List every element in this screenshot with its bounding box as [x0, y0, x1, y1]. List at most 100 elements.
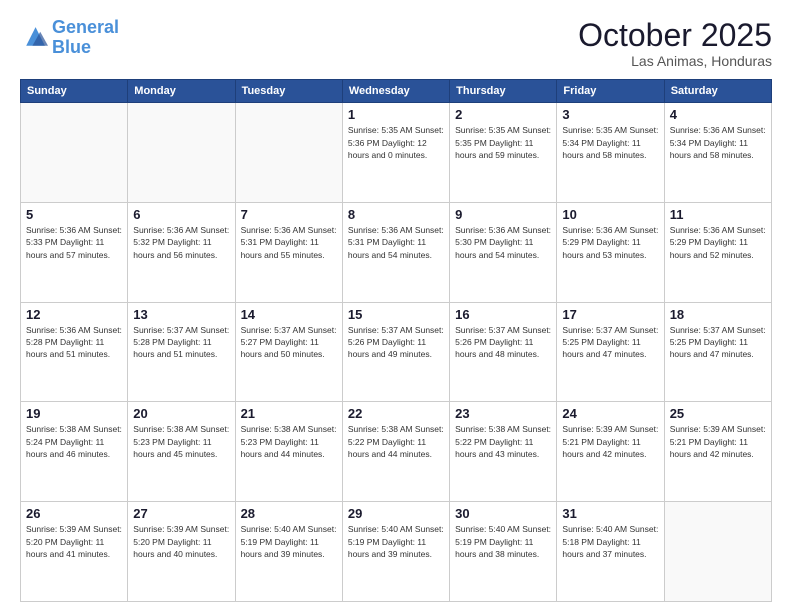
weekday-header-row: SundayMondayTuesdayWednesdayThursdayFrid…	[21, 80, 772, 103]
day-info: Sunrise: 5:38 AM Sunset: 5:23 PM Dayligh…	[241, 423, 337, 460]
weekday-cell: Friday	[557, 80, 664, 103]
calendar-week-row: 12 Sunrise: 5:36 AM Sunset: 5:28 PM Dayli…	[21, 302, 772, 402]
calendar-day-cell: 29 Sunrise: 5:40 AM Sunset: 5:19 PM Dayli…	[342, 502, 449, 602]
day-info: Sunrise: 5:36 AM Sunset: 5:31 PM Dayligh…	[241, 224, 337, 261]
day-number: 21	[241, 406, 337, 421]
day-number: 10	[562, 207, 658, 222]
day-number: 18	[670, 307, 766, 322]
title-block: October 2025 Las Animas, Honduras	[578, 18, 772, 69]
day-number: 7	[241, 207, 337, 222]
day-info: Sunrise: 5:36 AM Sunset: 5:29 PM Dayligh…	[562, 224, 658, 261]
day-number: 5	[26, 207, 122, 222]
calendar-day-cell: 12 Sunrise: 5:36 AM Sunset: 5:28 PM Dayli…	[21, 302, 128, 402]
day-info: Sunrise: 5:36 AM Sunset: 5:28 PM Dayligh…	[26, 324, 122, 361]
day-info: Sunrise: 5:37 AM Sunset: 5:25 PM Dayligh…	[562, 324, 658, 361]
calendar-day-cell: 19 Sunrise: 5:38 AM Sunset: 5:24 PM Dayli…	[21, 402, 128, 502]
day-number: 23	[455, 406, 551, 421]
day-number: 24	[562, 406, 658, 421]
calendar-day-cell: 10 Sunrise: 5:36 AM Sunset: 5:29 PM Dayli…	[557, 202, 664, 302]
location: Las Animas, Honduras	[578, 53, 772, 69]
calendar-body: 1 Sunrise: 5:35 AM Sunset: 5:36 PM Daylig…	[21, 103, 772, 602]
calendar-day-cell: 30Sunrise: 5:40 AM Sunset: 5:19 PM Dayli…	[450, 502, 557, 602]
day-info: Sunrise: 5:39 AM Sunset: 5:21 PM Dayligh…	[670, 423, 766, 460]
day-number: 22	[348, 406, 444, 421]
day-info: Sunrise: 5:40 AM Sunset: 5:18 PM Dayligh…	[562, 523, 658, 560]
calendar-day-cell: 3Sunrise: 5:35 AM Sunset: 5:34 PM Daylig…	[557, 103, 664, 203]
day-info: Sunrise: 5:36 AM Sunset: 5:30 PM Dayligh…	[455, 224, 551, 261]
calendar-day-cell: 27Sunrise: 5:39 AM Sunset: 5:20 PM Dayli…	[128, 502, 235, 602]
header: General Blue October 2025 Las Animas, Ho…	[20, 18, 772, 69]
day-number: 13	[133, 307, 229, 322]
weekday-cell: Monday	[128, 80, 235, 103]
day-number: 19	[26, 406, 122, 421]
calendar-week-row: 19 Sunrise: 5:38 AM Sunset: 5:24 PM Dayli…	[21, 402, 772, 502]
calendar-day-cell: 11 Sunrise: 5:36 AM Sunset: 5:29 PM Dayli…	[664, 202, 771, 302]
day-info: Sunrise: 5:38 AM Sunset: 5:23 PM Dayligh…	[133, 423, 229, 460]
day-info: Sunrise: 5:40 AM Sunset: 5:19 PM Dayligh…	[241, 523, 337, 560]
calendar-day-cell	[235, 103, 342, 203]
day-number: 25	[670, 406, 766, 421]
weekday-cell: Saturday	[664, 80, 771, 103]
calendar-day-cell: 22 Sunrise: 5:38 AM Sunset: 5:22 PM Dayli…	[342, 402, 449, 502]
logo: General Blue	[20, 18, 119, 58]
day-number: 26	[26, 506, 122, 521]
calendar-day-cell: 26 Sunrise: 5:39 AM Sunset: 5:20 PM Dayli…	[21, 502, 128, 602]
logo-text: General Blue	[52, 18, 119, 58]
calendar-day-cell: 28 Sunrise: 5:40 AM Sunset: 5:19 PM Dayli…	[235, 502, 342, 602]
calendar-week-row: 26 Sunrise: 5:39 AM Sunset: 5:20 PM Dayli…	[21, 502, 772, 602]
calendar-day-cell: 8Sunrise: 5:36 AM Sunset: 5:31 PM Daylig…	[342, 202, 449, 302]
calendar-day-cell: 20 Sunrise: 5:38 AM Sunset: 5:23 PM Dayli…	[128, 402, 235, 502]
day-info: Sunrise: 5:38 AM Sunset: 5:24 PM Dayligh…	[26, 423, 122, 460]
day-number: 20	[133, 406, 229, 421]
calendar-day-cell: 14Sunrise: 5:37 AM Sunset: 5:27 PM Dayli…	[235, 302, 342, 402]
calendar-day-cell: 1 Sunrise: 5:35 AM Sunset: 5:36 PM Daylig…	[342, 103, 449, 203]
calendar-day-cell: 2Sunrise: 5:35 AM Sunset: 5:35 PM Daylig…	[450, 103, 557, 203]
day-number: 1	[348, 107, 444, 122]
day-info: Sunrise: 5:35 AM Sunset: 5:34 PM Dayligh…	[562, 124, 658, 161]
calendar-day-cell: 24 Sunrise: 5:39 AM Sunset: 5:21 PM Dayli…	[557, 402, 664, 502]
calendar-day-cell: 15 Sunrise: 5:37 AM Sunset: 5:26 PM Dayli…	[342, 302, 449, 402]
day-info: Sunrise: 5:36 AM Sunset: 5:29 PM Dayligh…	[670, 224, 766, 261]
day-info: Sunrise: 5:39 AM Sunset: 5:20 PM Dayligh…	[26, 523, 122, 560]
calendar-week-row: 1 Sunrise: 5:35 AM Sunset: 5:36 PM Daylig…	[21, 103, 772, 203]
weekday-cell: Tuesday	[235, 80, 342, 103]
day-number: 29	[348, 506, 444, 521]
day-number: 2	[455, 107, 551, 122]
day-info: Sunrise: 5:40 AM Sunset: 5:19 PM Dayligh…	[348, 523, 444, 560]
month-title: October 2025	[578, 18, 772, 53]
weekday-cell: Thursday	[450, 80, 557, 103]
calendar-day-cell	[664, 502, 771, 602]
day-info: Sunrise: 5:37 AM Sunset: 5:25 PM Dayligh…	[670, 324, 766, 361]
calendar-day-cell: 23Sunrise: 5:38 AM Sunset: 5:22 PM Dayli…	[450, 402, 557, 502]
day-number: 28	[241, 506, 337, 521]
calendar-day-cell: 9 Sunrise: 5:36 AM Sunset: 5:30 PM Daylig…	[450, 202, 557, 302]
day-number: 4	[670, 107, 766, 122]
calendar-day-cell: 17Sunrise: 5:37 AM Sunset: 5:25 PM Dayli…	[557, 302, 664, 402]
calendar-day-cell: 31Sunrise: 5:40 AM Sunset: 5:18 PM Dayli…	[557, 502, 664, 602]
day-info: Sunrise: 5:38 AM Sunset: 5:22 PM Dayligh…	[348, 423, 444, 460]
calendar-week-row: 5Sunrise: 5:36 AM Sunset: 5:33 PM Daylig…	[21, 202, 772, 302]
weekday-cell: Sunday	[21, 80, 128, 103]
day-info: Sunrise: 5:37 AM Sunset: 5:26 PM Dayligh…	[348, 324, 444, 361]
day-info: Sunrise: 5:37 AM Sunset: 5:28 PM Dayligh…	[133, 324, 229, 361]
day-info: Sunrise: 5:36 AM Sunset: 5:34 PM Dayligh…	[670, 124, 766, 161]
logo-icon	[20, 24, 48, 52]
day-info: Sunrise: 5:35 AM Sunset: 5:36 PM Dayligh…	[348, 124, 444, 161]
day-number: 16	[455, 307, 551, 322]
day-number: 15	[348, 307, 444, 322]
day-number: 6	[133, 207, 229, 222]
calendar-day-cell: 25 Sunrise: 5:39 AM Sunset: 5:21 PM Dayli…	[664, 402, 771, 502]
calendar-day-cell: 21 Sunrise: 5:38 AM Sunset: 5:23 PM Dayli…	[235, 402, 342, 502]
calendar-day-cell	[128, 103, 235, 203]
logo-line1: General	[52, 17, 119, 37]
day-number: 9	[455, 207, 551, 222]
day-info: Sunrise: 5:40 AM Sunset: 5:19 PM Dayligh…	[455, 523, 551, 560]
logo-line2: Blue	[52, 37, 91, 57]
calendar-day-cell: 13 Sunrise: 5:37 AM Sunset: 5:28 PM Dayli…	[128, 302, 235, 402]
calendar-day-cell: 6Sunrise: 5:36 AM Sunset: 5:32 PM Daylig…	[128, 202, 235, 302]
day-info: Sunrise: 5:37 AM Sunset: 5:27 PM Dayligh…	[241, 324, 337, 361]
day-info: Sunrise: 5:39 AM Sunset: 5:21 PM Dayligh…	[562, 423, 658, 460]
calendar-day-cell: 5Sunrise: 5:36 AM Sunset: 5:33 PM Daylig…	[21, 202, 128, 302]
day-number: 12	[26, 307, 122, 322]
day-number: 11	[670, 207, 766, 222]
